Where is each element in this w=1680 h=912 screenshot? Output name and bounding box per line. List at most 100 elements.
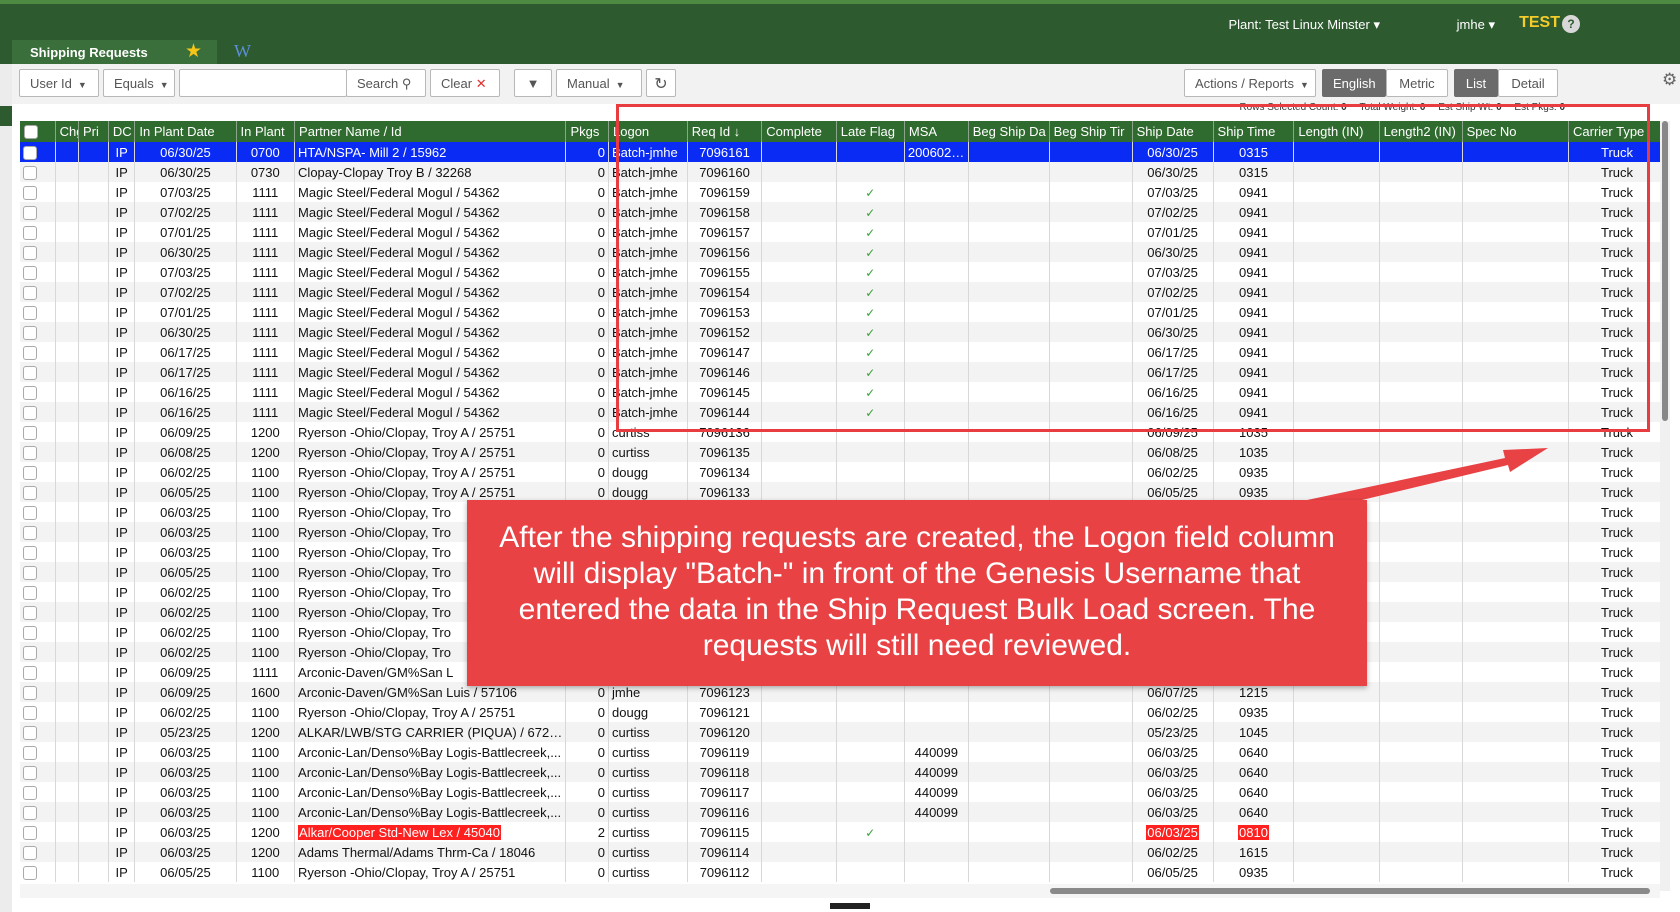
row-checkbox-cell[interactable] bbox=[20, 522, 56, 542]
mode-select[interactable]: Manual ▼ bbox=[556, 69, 642, 97]
table-row[interactable]: IP 06/03/25 1100 Arconic-Lan/Denso%Bay Logi… bbox=[20, 762, 1666, 782]
help-icon[interactable]: ? bbox=[1562, 15, 1580, 33]
row-checkbox-cell[interactable] bbox=[20, 442, 56, 462]
table-row[interactable]: IP 06/03/25 1200 Alkar/Cooper Std-New Lex /… bbox=[20, 822, 1666, 842]
row-checkbox-cell[interactable] bbox=[20, 502, 56, 522]
row-checkbox[interactable] bbox=[23, 365, 37, 380]
row-checkbox-cell[interactable] bbox=[20, 742, 56, 762]
row-checkbox-cell[interactable] bbox=[20, 582, 56, 602]
refresh-icon[interactable]: ↻ bbox=[646, 69, 676, 97]
row-checkbox[interactable] bbox=[23, 385, 37, 400]
row-checkbox[interactable] bbox=[23, 465, 37, 480]
table-row[interactable]: IP 06/02/25 1100 Ryerson -Ohio/Clopay, Troy… bbox=[20, 462, 1666, 482]
column-header[interactable]: Partner Name / Id bbox=[294, 121, 567, 142]
row-checkbox-cell[interactable] bbox=[20, 262, 56, 282]
row-checkbox[interactable] bbox=[23, 645, 37, 660]
row-checkbox-cell[interactable] bbox=[20, 642, 56, 662]
row-checkbox[interactable] bbox=[23, 565, 37, 580]
table-row[interactable]: IP 06/03/25 1100 Arconic-Lan/Denso%Bay Logi… bbox=[20, 782, 1666, 802]
list-view-toggle[interactable]: List bbox=[1454, 69, 1498, 97]
row-checkbox[interactable] bbox=[23, 525, 37, 540]
row-checkbox[interactable] bbox=[23, 745, 37, 760]
row-checkbox[interactable] bbox=[23, 725, 37, 740]
row-checkbox[interactable] bbox=[23, 665, 37, 680]
search-button[interactable]: Search ⚲ bbox=[346, 69, 426, 97]
row-checkbox-cell[interactable] bbox=[20, 862, 56, 882]
row-checkbox-cell[interactable] bbox=[20, 202, 56, 222]
detail-view-toggle[interactable]: Detail bbox=[1498, 69, 1558, 97]
row-checkbox-cell[interactable] bbox=[20, 342, 56, 362]
row-checkbox[interactable] bbox=[23, 765, 37, 780]
row-checkbox-cell[interactable] bbox=[20, 242, 56, 262]
row-checkbox[interactable] bbox=[23, 825, 37, 840]
row-checkbox[interactable] bbox=[23, 345, 37, 360]
table-row[interactable]: IP 06/03/25 1200 Adams Thermal/Adams Thrm-C… bbox=[20, 842, 1666, 862]
row-checkbox-cell[interactable] bbox=[20, 142, 56, 162]
row-checkbox[interactable] bbox=[23, 425, 37, 440]
row-checkbox-cell[interactable] bbox=[20, 782, 56, 802]
search-input[interactable] bbox=[179, 69, 347, 97]
row-checkbox-cell[interactable] bbox=[20, 182, 56, 202]
row-checkbox[interactable] bbox=[23, 785, 37, 800]
row-checkbox[interactable] bbox=[23, 405, 37, 420]
row-checkbox-cell[interactable] bbox=[20, 662, 56, 682]
vertical-scrollbar[interactable] bbox=[1660, 121, 1670, 891]
row-checkbox[interactable] bbox=[23, 685, 37, 700]
row-checkbox-cell[interactable] bbox=[20, 622, 56, 642]
column-header[interactable]: Chg bbox=[55, 121, 80, 142]
row-checkbox[interactable] bbox=[23, 485, 37, 500]
row-checkbox[interactable] bbox=[23, 705, 37, 720]
row-checkbox[interactable] bbox=[23, 185, 37, 200]
filter-icon[interactable]: ▼ bbox=[514, 69, 552, 97]
table-row[interactable]: IP 06/03/25 1100 Arconic-Lan/Denso%Bay Logi… bbox=[20, 802, 1666, 822]
table-row[interactable]: IP 06/05/25 1100 Ryerson -Ohio/Clopay, Troy… bbox=[20, 482, 1666, 502]
row-checkbox-cell[interactable] bbox=[20, 162, 56, 182]
row-checkbox[interactable] bbox=[23, 585, 37, 600]
column-header[interactable] bbox=[20, 121, 56, 142]
row-checkbox[interactable] bbox=[23, 225, 37, 240]
column-header[interactable]: In Plant bbox=[236, 121, 296, 142]
table-row[interactable]: IP 06/02/25 1100 Ryerson -Ohio/Clopay, Troy… bbox=[20, 702, 1666, 722]
row-checkbox[interactable] bbox=[23, 265, 37, 280]
row-checkbox-cell[interactable] bbox=[20, 302, 56, 322]
select-all-checkbox[interactable] bbox=[24, 125, 38, 140]
row-checkbox[interactable] bbox=[23, 625, 37, 640]
row-checkbox-cell[interactable] bbox=[20, 682, 56, 702]
table-row[interactable]: IP 06/03/25 1100 Arconic-Lan/Denso%Bay Logi… bbox=[20, 742, 1666, 762]
row-checkbox[interactable] bbox=[23, 205, 37, 220]
row-checkbox[interactable] bbox=[23, 285, 37, 300]
row-checkbox[interactable] bbox=[23, 545, 37, 560]
row-checkbox-cell[interactable] bbox=[20, 382, 56, 402]
row-checkbox-cell[interactable] bbox=[20, 822, 56, 842]
wiki-icon[interactable]: W bbox=[234, 41, 251, 62]
column-header[interactable]: DC bbox=[108, 121, 136, 142]
row-checkbox[interactable] bbox=[23, 845, 37, 860]
row-checkbox-cell[interactable] bbox=[20, 402, 56, 422]
row-checkbox[interactable] bbox=[23, 445, 37, 460]
table-row[interactable]: IP 06/05/25 1100 Ryerson -Ohio/Clopay, Troy… bbox=[20, 862, 1666, 882]
row-checkbox[interactable] bbox=[23, 325, 37, 340]
actions-reports-button[interactable]: Actions / Reports ▼ bbox=[1184, 69, 1316, 97]
row-checkbox[interactable] bbox=[23, 865, 37, 880]
row-checkbox-cell[interactable] bbox=[20, 362, 56, 382]
row-checkbox[interactable] bbox=[23, 505, 37, 520]
row-checkbox[interactable] bbox=[23, 305, 37, 320]
table-row[interactable]: IP 06/08/25 1200 Ryerson -Ohio/Clopay, Troy… bbox=[20, 442, 1666, 462]
row-checkbox-cell[interactable] bbox=[20, 482, 56, 502]
metric-toggle[interactable]: Metric bbox=[1386, 69, 1448, 97]
table-row[interactable]: IP 05/23/25 1200 ALKAR/LWB/STG CARRIER (PIQ… bbox=[20, 722, 1666, 742]
row-checkbox-cell[interactable] bbox=[20, 842, 56, 862]
plant-selector[interactable]: Plant: Test Linux Minster ▾ bbox=[1228, 17, 1380, 33]
row-checkbox-cell[interactable] bbox=[20, 602, 56, 622]
row-checkbox-cell[interactable] bbox=[20, 702, 56, 722]
user-menu[interactable]: jmhe ▾ bbox=[1457, 17, 1495, 33]
english-toggle[interactable]: English bbox=[1322, 69, 1386, 97]
row-checkbox-cell[interactable] bbox=[20, 422, 56, 442]
row-checkbox-cell[interactable] bbox=[20, 542, 56, 562]
row-checkbox-cell[interactable] bbox=[20, 562, 56, 582]
row-checkbox-cell[interactable] bbox=[20, 762, 56, 782]
field-select[interactable]: User Id ▼ bbox=[19, 69, 99, 97]
column-header[interactable]: Pkgs bbox=[565, 121, 610, 142]
row-checkbox[interactable] bbox=[23, 605, 37, 620]
clear-button[interactable]: Clear ✕ bbox=[430, 69, 500, 97]
